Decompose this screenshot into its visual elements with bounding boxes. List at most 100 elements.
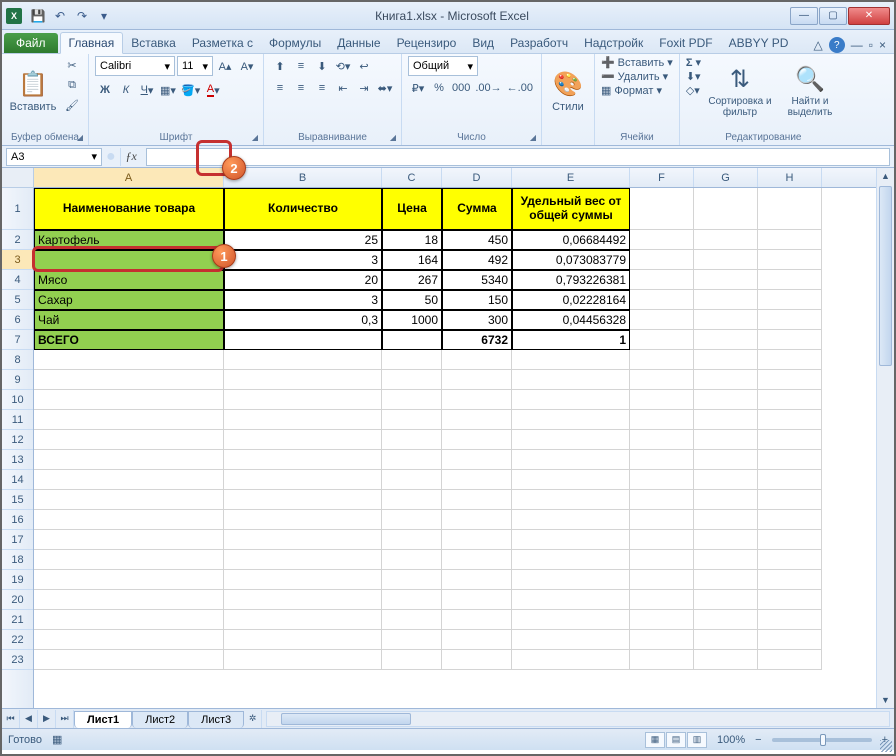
- cell[interactable]: [694, 370, 758, 390]
- cell[interactable]: [382, 570, 442, 590]
- comma-button[interactable]: 000: [450, 78, 472, 98]
- row-header[interactable]: 11: [2, 410, 33, 430]
- cell[interactable]: [382, 650, 442, 670]
- cell[interactable]: 1000: [382, 310, 442, 330]
- cell[interactable]: [34, 450, 224, 470]
- clear-button[interactable]: ◇▾: [686, 84, 701, 97]
- tab-foxit[interactable]: Foxit PDF: [651, 33, 720, 53]
- row-header[interactable]: 3: [2, 250, 33, 270]
- cut-button[interactable]: ✂: [62, 56, 82, 74]
- paste-button[interactable]: 📋 Вставить: [8, 56, 58, 126]
- sheet-nav-prev[interactable]: ◀: [20, 710, 38, 728]
- cell[interactable]: [694, 310, 758, 330]
- cell[interactable]: [630, 290, 694, 310]
- col-header-C[interactable]: C: [382, 168, 442, 187]
- cell[interactable]: Цена: [382, 188, 442, 230]
- cell[interactable]: [694, 430, 758, 450]
- vertical-scrollbar[interactable]: ▲ ▼: [876, 168, 894, 708]
- cell[interactable]: [442, 370, 512, 390]
- cell[interactable]: [758, 270, 822, 290]
- orientation-button[interactable]: ⟲▾: [333, 56, 353, 76]
- view-normal-button[interactable]: ▦: [645, 732, 665, 748]
- cell[interactable]: [694, 250, 758, 270]
- cell[interactable]: [694, 410, 758, 430]
- cell[interactable]: [694, 188, 758, 230]
- cell[interactable]: [34, 570, 224, 590]
- cell[interactable]: [512, 450, 630, 470]
- scroll-up-icon[interactable]: ▲: [877, 168, 894, 184]
- cell[interactable]: [382, 530, 442, 550]
- cell[interactable]: [382, 450, 442, 470]
- cell[interactable]: [512, 470, 630, 490]
- cell[interactable]: [630, 230, 694, 250]
- cell[interactable]: [442, 570, 512, 590]
- cell[interactable]: [34, 370, 224, 390]
- cell[interactable]: [224, 370, 382, 390]
- cell[interactable]: [442, 430, 512, 450]
- cell[interactable]: [34, 610, 224, 630]
- new-sheet-button[interactable]: ✲: [244, 710, 262, 728]
- view-pagebreak-button[interactable]: ▥: [687, 732, 707, 748]
- cell[interactable]: [382, 590, 442, 610]
- qat-redo-button[interactable]: ↷: [72, 6, 92, 26]
- row-header[interactable]: 17: [2, 530, 33, 550]
- cell[interactable]: [630, 630, 694, 650]
- cell[interactable]: [512, 490, 630, 510]
- align-middle-button[interactable]: ≡: [291, 56, 311, 76]
- cell[interactable]: [34, 470, 224, 490]
- tab-home[interactable]: Главная: [60, 32, 124, 54]
- minimize-button[interactable]: —: [790, 7, 818, 25]
- cell[interactable]: [758, 310, 822, 330]
- cell[interactable]: 25: [224, 230, 382, 250]
- wrap-text-button[interactable]: ↩: [354, 56, 374, 76]
- sheet-nav-next[interactable]: ▶: [38, 710, 56, 728]
- cell[interactable]: [758, 250, 822, 270]
- cell[interactable]: Наименование товара: [34, 188, 224, 230]
- cell[interactable]: Количество: [224, 188, 382, 230]
- increase-decimal-button[interactable]: .00→: [473, 78, 503, 98]
- cell[interactable]: [694, 270, 758, 290]
- cell[interactable]: Удельный вес от общей суммы: [512, 188, 630, 230]
- cell[interactable]: [442, 390, 512, 410]
- font-size-combo[interactable]: 11▾: [177, 56, 213, 76]
- cell[interactable]: 0,3: [224, 310, 382, 330]
- sheet-tab[interactable]: Лист3: [188, 711, 244, 728]
- cell[interactable]: [758, 330, 822, 350]
- cell[interactable]: [512, 650, 630, 670]
- cell[interactable]: [34, 530, 224, 550]
- font-name-combo[interactable]: Calibri▾: [95, 56, 175, 76]
- cell[interactable]: [442, 630, 512, 650]
- cell[interactable]: [382, 430, 442, 450]
- row-header[interactable]: 18: [2, 550, 33, 570]
- cell[interactable]: 5340: [442, 270, 512, 290]
- cell[interactable]: [758, 350, 822, 370]
- align-left-button[interactable]: ≡: [270, 78, 290, 98]
- zoom-out-button[interactable]: −: [755, 734, 761, 746]
- cell[interactable]: [442, 450, 512, 470]
- tab-formulas[interactable]: Формулы: [261, 33, 329, 53]
- qat-save-button[interactable]: 💾: [28, 6, 48, 26]
- cell[interactable]: [630, 188, 694, 230]
- cell[interactable]: [758, 490, 822, 510]
- cell[interactable]: [34, 550, 224, 570]
- sheet-nav-last[interactable]: ⏭: [56, 710, 74, 728]
- view-pagelayout-button[interactable]: ▤: [666, 732, 686, 748]
- cell[interactable]: [34, 510, 224, 530]
- doc-close-icon[interactable]: ×: [879, 38, 886, 52]
- cell[interactable]: [758, 550, 822, 570]
- cell[interactable]: [382, 370, 442, 390]
- row-header[interactable]: 5: [2, 290, 33, 310]
- zoom-level[interactable]: 100%: [717, 734, 745, 746]
- cell[interactable]: [442, 410, 512, 430]
- doc-restore-icon[interactable]: ▫: [869, 38, 873, 52]
- clipboard-launcher-icon[interactable]: ◢: [74, 131, 86, 143]
- cell[interactable]: [442, 490, 512, 510]
- cell[interactable]: [694, 390, 758, 410]
- cell[interactable]: [758, 188, 822, 230]
- row-header[interactable]: 21: [2, 610, 33, 630]
- close-button[interactable]: ✕: [848, 7, 890, 25]
- cell[interactable]: 6732: [442, 330, 512, 350]
- cell[interactable]: 20: [224, 270, 382, 290]
- cell[interactable]: 0,06684492: [512, 230, 630, 250]
- cell[interactable]: [630, 430, 694, 450]
